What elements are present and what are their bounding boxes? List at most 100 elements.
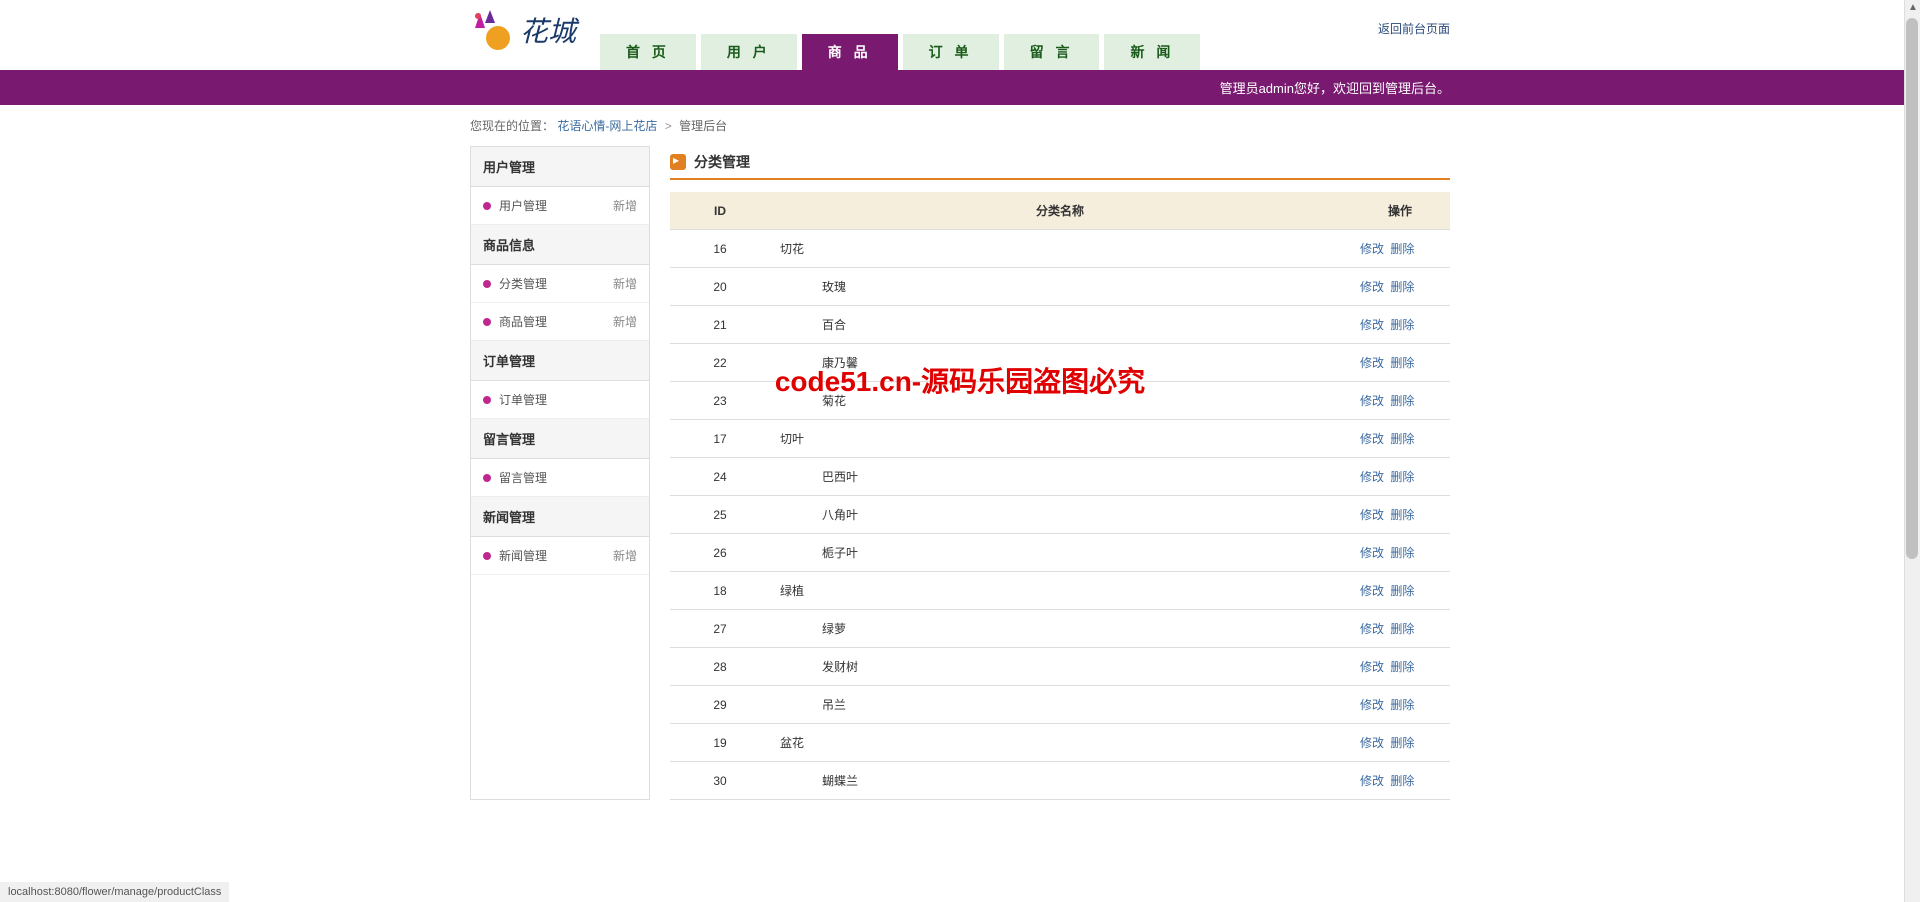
main-nav: 首 页用 户商 品订 单留 言新 闻 bbox=[600, 34, 1205, 70]
cell-name: 蝴蝶兰 bbox=[770, 762, 1350, 800]
content-title-bar: 分类管理 bbox=[670, 146, 1450, 180]
delete-link[interactable]: 删除 bbox=[1390, 356, 1414, 370]
nav-item-0[interactable]: 首 页 bbox=[600, 34, 696, 70]
nav-item-3[interactable]: 订 单 bbox=[903, 34, 999, 70]
table-row: 16切花修改 删除 bbox=[670, 230, 1450, 268]
delete-link[interactable]: 删除 bbox=[1390, 584, 1414, 598]
edit-link[interactable]: 修改 bbox=[1360, 394, 1384, 408]
table-row: 25八角叶修改 删除 bbox=[670, 496, 1450, 534]
delete-link[interactable]: 删除 bbox=[1390, 736, 1414, 750]
cell-id: 17 bbox=[670, 420, 770, 458]
back-to-front-link[interactable]: 返回前台页面 bbox=[1378, 20, 1450, 37]
sidebar-item-label: 留言管理 bbox=[499, 469, 547, 486]
sidebar-item[interactable]: 用户管理新增 bbox=[471, 187, 649, 225]
table-row: 21百合修改 删除 bbox=[670, 306, 1450, 344]
edit-link[interactable]: 修改 bbox=[1360, 508, 1384, 522]
sidebar-item-add-link[interactable]: 新增 bbox=[613, 275, 637, 292]
cell-name: 巴西叶 bbox=[770, 458, 1350, 496]
cell-name: 百合 bbox=[770, 306, 1350, 344]
delete-link[interactable]: 删除 bbox=[1390, 242, 1414, 256]
edit-link[interactable]: 修改 bbox=[1360, 470, 1384, 484]
breadcrumb-home-link[interactable]: 花语心情-网上花店 bbox=[557, 119, 657, 133]
edit-link[interactable]: 修改 bbox=[1360, 622, 1384, 636]
cell-id: 27 bbox=[670, 610, 770, 648]
edit-link[interactable]: 修改 bbox=[1360, 242, 1384, 256]
sidebar-item-add-link[interactable]: 新增 bbox=[613, 313, 637, 330]
logo[interactable]: 花城 bbox=[470, 5, 590, 55]
delete-link[interactable]: 删除 bbox=[1390, 698, 1414, 712]
sidebar-item[interactable]: 商品管理 新增 bbox=[471, 303, 649, 341]
sidebar-item[interactable]: 分类管理新增 bbox=[471, 265, 649, 303]
table-row: 24巴西叶修改 删除 bbox=[670, 458, 1450, 496]
cell-id: 28 bbox=[670, 648, 770, 686]
edit-link[interactable]: 修改 bbox=[1360, 546, 1384, 560]
nav-item-1[interactable]: 用 户 bbox=[701, 34, 797, 70]
scrollbar-thumb[interactable] bbox=[1906, 18, 1918, 559]
cell-op: 修改 删除 bbox=[1350, 306, 1450, 344]
cell-name: 发财树 bbox=[770, 648, 1350, 686]
cell-id: 16 bbox=[670, 230, 770, 268]
sidebar-item-add-link[interactable]: 新增 bbox=[613, 547, 637, 564]
table-row: 17切叶修改 删除 bbox=[670, 420, 1450, 458]
table-row: 27绿萝修改 删除 bbox=[670, 610, 1450, 648]
sidebar-item-label: 商品管理 bbox=[499, 313, 547, 330]
browser-status-bar: localhost:8080/flower/manage/productClas… bbox=[0, 882, 229, 902]
sidebar-item[interactable]: 留言管理 bbox=[471, 459, 649, 497]
nav-item-5[interactable]: 新 闻 bbox=[1104, 34, 1200, 70]
breadcrumb-current: 管理后台 bbox=[679, 119, 727, 133]
table-row: 23菊花修改 删除 bbox=[670, 382, 1450, 420]
cell-name: 绿植 bbox=[770, 572, 1350, 610]
cell-op: 修改 删除 bbox=[1350, 268, 1450, 306]
cell-name: 绿萝 bbox=[770, 610, 1350, 648]
table-row: 26栀子叶修改 删除 bbox=[670, 534, 1450, 572]
cell-op: 修改 删除 bbox=[1350, 230, 1450, 268]
delete-link[interactable]: 删除 bbox=[1390, 660, 1414, 674]
sidebar-item[interactable]: 订单管理 bbox=[471, 381, 649, 419]
logo-icon bbox=[470, 8, 515, 53]
column-id: ID bbox=[670, 192, 770, 230]
column-op: 操作 bbox=[1350, 192, 1450, 230]
cell-op: 修改 删除 bbox=[1350, 572, 1450, 610]
nav-item-4[interactable]: 留 言 bbox=[1004, 34, 1100, 70]
cell-op: 修改 删除 bbox=[1350, 420, 1450, 458]
delete-link[interactable]: 删除 bbox=[1390, 318, 1414, 332]
delete-link[interactable]: 删除 bbox=[1390, 432, 1414, 446]
scrollbar-up-arrow[interactable]: ▲ bbox=[1905, 0, 1920, 16]
edit-link[interactable]: 修改 bbox=[1360, 318, 1384, 332]
table-row: 29吊兰修改 删除 bbox=[670, 686, 1450, 724]
cell-name: 康乃馨 bbox=[770, 344, 1350, 382]
edit-link[interactable]: 修改 bbox=[1360, 774, 1384, 788]
scrollbar[interactable]: ▲ bbox=[1904, 0, 1920, 902]
delete-link[interactable]: 删除 bbox=[1390, 394, 1414, 408]
edit-link[interactable]: 修改 bbox=[1360, 736, 1384, 750]
delete-link[interactable]: 删除 bbox=[1390, 508, 1414, 522]
delete-link[interactable]: 删除 bbox=[1390, 622, 1414, 636]
header: 花城 返回前台页面 首 页用 户商 品订 单留 言新 闻 bbox=[470, 0, 1450, 70]
table-row: 30蝴蝶兰修改 删除 bbox=[670, 762, 1450, 800]
sidebar-section-title: 用户管理 bbox=[471, 147, 649, 187]
edit-link[interactable]: 修改 bbox=[1360, 280, 1384, 294]
delete-link[interactable]: 删除 bbox=[1390, 546, 1414, 560]
sidebar-item-add-link[interactable]: 新增 bbox=[613, 197, 637, 214]
content-title: 分类管理 bbox=[694, 152, 750, 172]
edit-link[interactable]: 修改 bbox=[1360, 584, 1384, 598]
cell-op: 修改 删除 bbox=[1350, 648, 1450, 686]
cell-id: 19 bbox=[670, 724, 770, 762]
edit-link[interactable]: 修改 bbox=[1360, 356, 1384, 370]
delete-link[interactable]: 删除 bbox=[1390, 280, 1414, 294]
cell-name: 玫瑰 bbox=[770, 268, 1350, 306]
logo-text: 花城 bbox=[520, 10, 576, 50]
cell-id: 23 bbox=[670, 382, 770, 420]
delete-link[interactable]: 删除 bbox=[1390, 470, 1414, 484]
sidebar-item-label: 新闻管理 bbox=[499, 547, 547, 564]
edit-link[interactable]: 修改 bbox=[1360, 432, 1384, 446]
cell-id: 20 bbox=[670, 268, 770, 306]
delete-link[interactable]: 删除 bbox=[1390, 774, 1414, 788]
edit-link[interactable]: 修改 bbox=[1360, 698, 1384, 712]
sidebar-section-title: 订单管理 bbox=[471, 341, 649, 381]
content-area: 分类管理 ID 分类名称 操作 16切花修改 删除20玫瑰修改 删除21百合修改… bbox=[670, 146, 1450, 800]
nav-item-2[interactable]: 商 品 bbox=[802, 34, 898, 70]
sidebar-item[interactable]: 新闻管理 新增 bbox=[471, 537, 649, 575]
edit-link[interactable]: 修改 bbox=[1360, 660, 1384, 674]
cell-op: 修改 删除 bbox=[1350, 344, 1450, 382]
